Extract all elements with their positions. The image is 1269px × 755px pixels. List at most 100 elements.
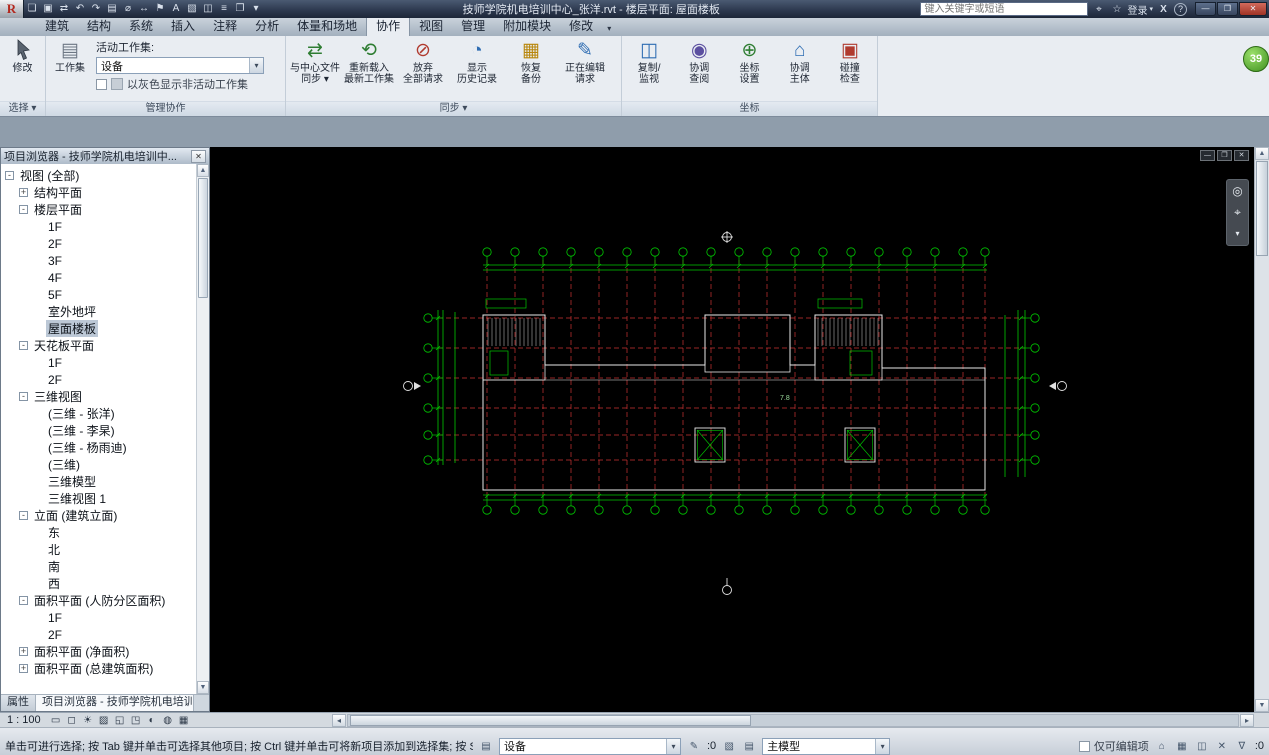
restore-button[interactable]: ❐: [1217, 2, 1238, 16]
nav-options-chevron-icon[interactable]: ▾: [1229, 225, 1247, 242]
tree-expander-icon[interactable]: -: [19, 511, 28, 520]
filter-icon[interactable]: ∇: [1235, 741, 1249, 752]
default-3d-view-icon[interactable]: ▧: [184, 0, 200, 18]
communication-center-badge[interactable]: 39: [1243, 46, 1269, 72]
tree-item[interactable]: 北: [1, 541, 196, 558]
tree-expander-icon[interactable]: -: [19, 341, 28, 350]
tree-item[interactable]: - 三维视图: [1, 388, 196, 405]
tree-expander-icon[interactable]: +: [19, 188, 28, 197]
modify-button[interactable]: 修改: [2, 37, 43, 100]
press-drag-icon[interactable]: ▦: [1175, 741, 1189, 752]
tab-manage[interactable]: 管理: [452, 15, 494, 36]
tree-item[interactable]: 3F: [1, 252, 196, 269]
open-icon[interactable]: ❏: [24, 0, 40, 18]
sync-with-central-button[interactable]: ⇄ 与中心文件 同步 ▾: [288, 37, 342, 100]
tree-item[interactable]: - 楼层平面: [1, 201, 196, 218]
hscroll-left-icon[interactable]: ◂: [332, 713, 346, 727]
tree-item[interactable]: - 视图 (全部): [1, 167, 196, 184]
tree-expander-icon[interactable]: +: [19, 647, 28, 656]
tree-item[interactable]: - 面积平面 (人防分区面积): [1, 592, 196, 609]
redo-icon[interactable]: ↷: [88, 0, 104, 18]
section-icon[interactable]: ◫: [200, 0, 216, 18]
tree-item[interactable]: 2F: [1, 626, 196, 643]
copy-monitor-button[interactable]: ◫ 复制/ 监视: [624, 37, 674, 100]
design-options-icon[interactable]: ▧: [722, 741, 736, 752]
tree-item[interactable]: 东: [1, 524, 196, 541]
tab-massing-site[interactable]: 体量和场地: [288, 15, 366, 36]
visual-style-icon[interactable]: ◻: [64, 715, 80, 726]
editing-requests-button[interactable]: ✎ 正在编辑 请求: [558, 37, 612, 100]
tab-properties[interactable]: 属性: [1, 695, 36, 711]
view-minimize-icon[interactable]: —: [1200, 150, 1215, 161]
tree-item[interactable]: - 天花板平面: [1, 337, 196, 354]
tab-insert[interactable]: 插入: [162, 15, 204, 36]
save-icon[interactable]: ▣: [40, 0, 56, 18]
tree-item[interactable]: 室外地坪: [1, 303, 196, 320]
shadows-icon[interactable]: ▨: [96, 715, 112, 726]
switch-windows-icon[interactable]: ❐: [232, 0, 248, 18]
worksets-status-icon[interactable]: ▤: [479, 741, 493, 752]
tree-item[interactable]: (三维 - 杨雨迪): [1, 439, 196, 456]
tab-view[interactable]: 视图: [410, 15, 452, 36]
sign-in-button[interactable]: 登录 ▾: [1127, 2, 1153, 17]
drawing-area[interactable]: 7.8 — ❐ ✕ ◎ ⌖ ▾ ▲ ▼: [210, 147, 1269, 712]
tree-item[interactable]: 三维模型: [1, 473, 196, 490]
sync-icon[interactable]: ⇄: [56, 0, 72, 18]
show-history-button[interactable]: ◔ 显示 历史记录: [450, 37, 504, 100]
close-icon[interactable]: ✕: [191, 149, 206, 163]
exclude-options-icon[interactable]: ⌂: [1155, 741, 1169, 752]
project-browser-title-bar[interactable]: 项目浏览器 - 技师学院机电培训中... ✕: [1, 148, 209, 164]
scrollbar-thumb[interactable]: [1256, 161, 1268, 256]
relinquish-all-button[interactable]: ⊘ 放弃 全部请求: [396, 37, 450, 100]
horizontal-scrollbar[interactable]: [347, 713, 1239, 727]
favorites-star-icon[interactable]: ☆: [1109, 4, 1124, 15]
vertical-scrollbar[interactable]: ▲ ▼: [1254, 147, 1269, 712]
select-panel-label[interactable]: 选择 ▾: [0, 101, 45, 116]
select-pinned-icon[interactable]: ✕: [1215, 741, 1229, 752]
editing-requests-status-icon[interactable]: ✎: [687, 741, 701, 752]
tree-expander-icon[interactable]: -: [19, 596, 28, 605]
print-icon[interactable]: ▤: [104, 0, 120, 18]
tree-expander-icon[interactable]: -: [5, 171, 14, 180]
tab-analyze[interactable]: 分析: [246, 15, 288, 36]
tree-expander-icon[interactable]: +: [19, 664, 28, 673]
tree-item[interactable]: + 结构平面: [1, 184, 196, 201]
select-links-icon[interactable]: ◫: [1195, 741, 1209, 752]
synchronize-panel-label[interactable]: 同步 ▾: [286, 101, 621, 116]
gray-inactive-worksets-checkbox[interactable]: 以灰色显示非活动工作集: [96, 76, 264, 92]
tree-item[interactable]: 2F: [1, 235, 196, 252]
tree-item[interactable]: (三维): [1, 456, 196, 473]
tree-item[interactable]: 1F: [1, 354, 196, 371]
view-scale-button[interactable]: 1 : 100: [0, 714, 48, 726]
tree-item[interactable]: (三维 - 张洋): [1, 405, 196, 422]
thin-lines-icon[interactable]: ≡: [216, 0, 232, 18]
tree-item[interactable]: + 面积平面 (总建筑面积): [1, 660, 196, 677]
tab-project-browser[interactable]: 项目浏览器 - 技师学院机电培训...: [36, 695, 194, 711]
chevron-down-icon[interactable]: [249, 58, 263, 73]
tree-item[interactable]: 2F: [1, 371, 196, 388]
tree-item[interactable]: 三维视图 1: [1, 490, 196, 507]
scroll-down-icon[interactable]: ▼: [1255, 699, 1269, 712]
ribbon-state-toggle-icon[interactable]: ▾: [602, 24, 616, 36]
tree-expander-icon[interactable]: -: [19, 392, 28, 401]
temporary-hide-isolate-icon[interactable]: ◐: [144, 715, 160, 726]
view-close-icon[interactable]: ✕: [1234, 150, 1249, 161]
tree-item[interactable]: - 立面 (建筑立面): [1, 507, 196, 524]
browser-scrollbar[interactable]: ▲ ▼: [196, 164, 209, 694]
tab-structure[interactable]: 结构: [78, 15, 120, 36]
steering-wheel-icon[interactable]: ◎: [1229, 183, 1247, 200]
reconcile-hosting-button[interactable]: ⌂ 协调 主体: [775, 37, 825, 100]
tab-architecture[interactable]: 建筑: [36, 15, 78, 36]
zoom-icon[interactable]: ⌖: [1229, 204, 1247, 221]
scrollbar-thumb[interactable]: [198, 178, 208, 298]
search-icon[interactable]: ⌖: [1091, 4, 1106, 15]
tree-expander-icon[interactable]: -: [19, 205, 28, 214]
scrollbar-thumb[interactable]: [350, 714, 751, 726]
checkbox-icon[interactable]: [1078, 740, 1090, 752]
active-workset-dropdown[interactable]: 设备: [96, 57, 264, 74]
crop-view-icon[interactable]: ◱: [112, 715, 128, 726]
checkbox-icon[interactable]: [96, 78, 107, 90]
dimension-icon[interactable]: ↔: [136, 0, 152, 18]
tree-item[interactable]: 屋面楼板: [1, 320, 196, 337]
interference-check-button[interactable]: ▣ 碰撞 检查: [825, 37, 875, 100]
